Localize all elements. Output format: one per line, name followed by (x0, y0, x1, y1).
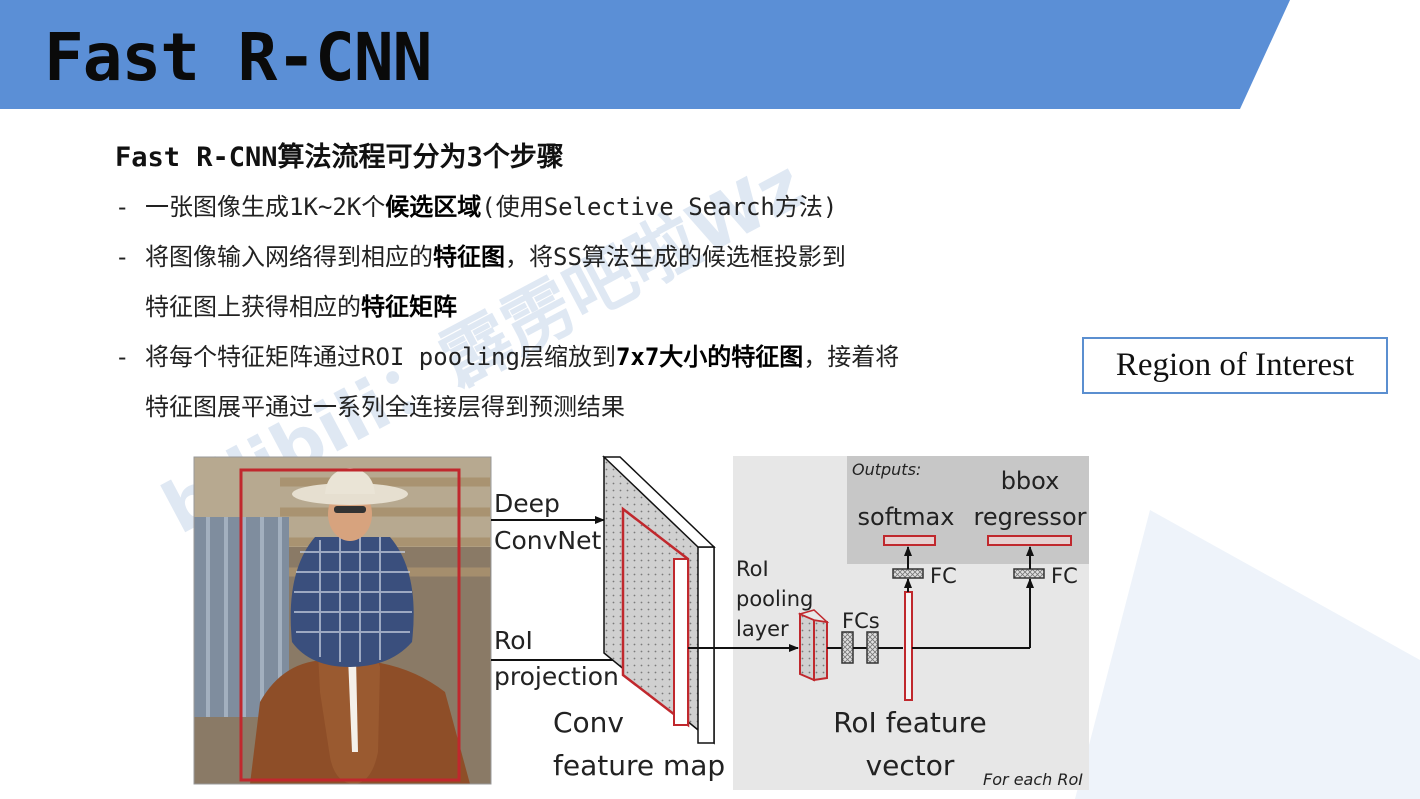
bbox-output-bar (987, 535, 1072, 546)
step-emphasis: 7x7大小的特征图 (615, 343, 804, 371)
region-of-interest-box: Region of Interest (1082, 337, 1388, 394)
step-text: ，将SS算法生成的候选框投影到 (505, 243, 846, 271)
intro-text: Fast R-CNN算法流程可分为3个步骤 (115, 142, 564, 173)
step-text: ，接着将 (803, 343, 900, 371)
outputs-label: Outputs: (852, 460, 921, 479)
conv-feature-map-label-1: Conv (553, 706, 624, 739)
conv-feature-map-label-2: feature map (553, 749, 725, 782)
roi-pooling-label-2: pooling (736, 587, 813, 611)
roi-feature-vector (904, 591, 913, 701)
steps-list: - 一张图像生成1K~2K个候选区域(使用Selective Search方法) -… (115, 182, 1015, 432)
step-text: 特征图展平通过一系列全连接层得到预测结果 (145, 393, 625, 421)
step-text: (使用Selective Search方法) (481, 193, 838, 221)
step-emphasis: 特征图 (433, 243, 505, 271)
fc-softmax-label: FC (930, 564, 957, 588)
step-item-continuation: 特征图展平通过一系列全连接层得到预测结果 (115, 382, 1015, 432)
step-dash: - (115, 243, 130, 271)
fc-layer-2 (866, 631, 879, 664)
roi-feature-vector-label-1: RoI feature (833, 706, 987, 739)
fc-bbox-block (1013, 568, 1045, 579)
bbox-regressor-label-1: bbox (1001, 467, 1060, 495)
step-dash: - (115, 193, 130, 221)
roi-feature-vector-label-2: vector (866, 749, 955, 782)
step-text: 特征图上获得相应的 (145, 293, 361, 321)
step-emphasis: 候选区域 (385, 193, 482, 221)
softmax-label: softmax (858, 503, 955, 531)
fc-softmax-block (892, 568, 924, 579)
step-text: 一张图像生成1K~2K个 (145, 193, 386, 221)
step-item: - 将图像输入网络得到相应的特征图，将SS算法生成的候选框投影到 (115, 232, 1015, 282)
corner-decoration (1075, 510, 1420, 799)
step-item: - 一张图像生成1K~2K个候选区域(使用Selective Search方法) (115, 182, 1015, 232)
roi-pooling-label-1: RoI (736, 557, 769, 581)
steps-section: Fast R-CNN算法流程可分为3个步骤 - 一张图像生成1K~2K个候选区域(… (115, 138, 1015, 432)
step-emphasis: 特征矩阵 (361, 293, 457, 321)
step-dash: - (115, 343, 130, 371)
step-text: 将每个特征矩阵通过ROI pooling层缩放到 (145, 343, 616, 371)
conv-feature-map (602, 455, 716, 745)
for-each-roi-label: For each RoI (983, 770, 1083, 789)
input-image (193, 456, 492, 785)
softmax-output-bar (883, 535, 936, 546)
slide-title: Fast R-CNN (44, 19, 432, 96)
deep-convnet-label-2: ConvNet (494, 526, 601, 555)
step-item: - 将每个特征矩阵通过ROI pooling层缩放到7x7大小的特征图，接着将 (115, 332, 1015, 382)
step-text: 将图像输入网络得到相应的 (145, 243, 433, 271)
cowboy (290, 468, 414, 667)
bbox-regressor-label-2: regressor (973, 503, 1086, 531)
step-item-continuation: 特征图上获得相应的特征矩阵 (115, 282, 1015, 332)
fc-bbox-label: FC (1051, 564, 1078, 588)
fast-rcnn-diagram: Deep ConvNet RoI projection Conv feature… (193, 455, 1089, 790)
roi-projection-label-2: projection (494, 662, 619, 691)
deep-convnet-label-1: Deep (494, 489, 560, 518)
fcs-label: FCs (842, 609, 880, 633)
roi-pooling-layer (797, 609, 830, 682)
fc-layer-1 (841, 631, 854, 664)
roi-projection-label-1: RoI (494, 626, 533, 655)
roi-pooling-label-3: layer (736, 617, 789, 641)
